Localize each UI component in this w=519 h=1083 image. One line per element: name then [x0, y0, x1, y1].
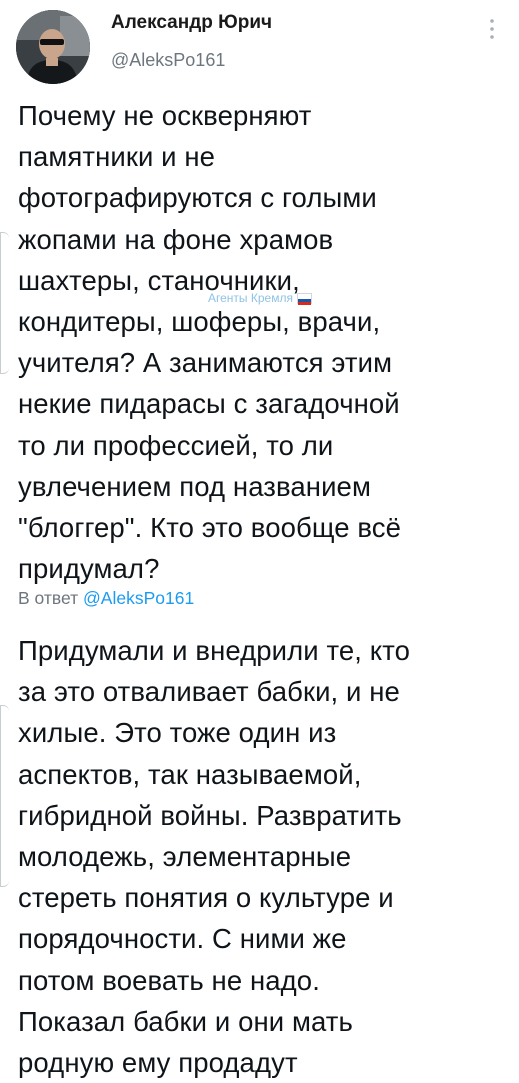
scroll-edge-indicator [0, 705, 9, 887]
tweet-header: Александр Юрич @AleksPo161 [0, 0, 519, 96]
user-handle[interactable]: @AleksPo161 [111, 50, 225, 71]
profile-photo [16, 10, 90, 84]
reply-body: Придумали и внедрили те, кто за это отва… [18, 635, 410, 1079]
reply-context: В ответ @AleksPo161 [18, 588, 194, 609]
vertical-ellipsis-icon[interactable] [487, 16, 497, 42]
display-name[interactable]: Александр Юрич [111, 12, 272, 34]
reply-prefix: В ответ [18, 588, 79, 608]
tweet-body: Почему не оскверняют памятники и не фото… [18, 100, 402, 585]
russia-flag-icon [296, 292, 312, 305]
watermark: Агенты Кремля [208, 291, 312, 305]
avatar[interactable] [16, 10, 90, 84]
reply-mention-link[interactable]: @AleksPo161 [83, 588, 194, 608]
watermark-text: Агенты Кремля [208, 291, 293, 305]
scroll-edge-indicator [0, 232, 9, 374]
